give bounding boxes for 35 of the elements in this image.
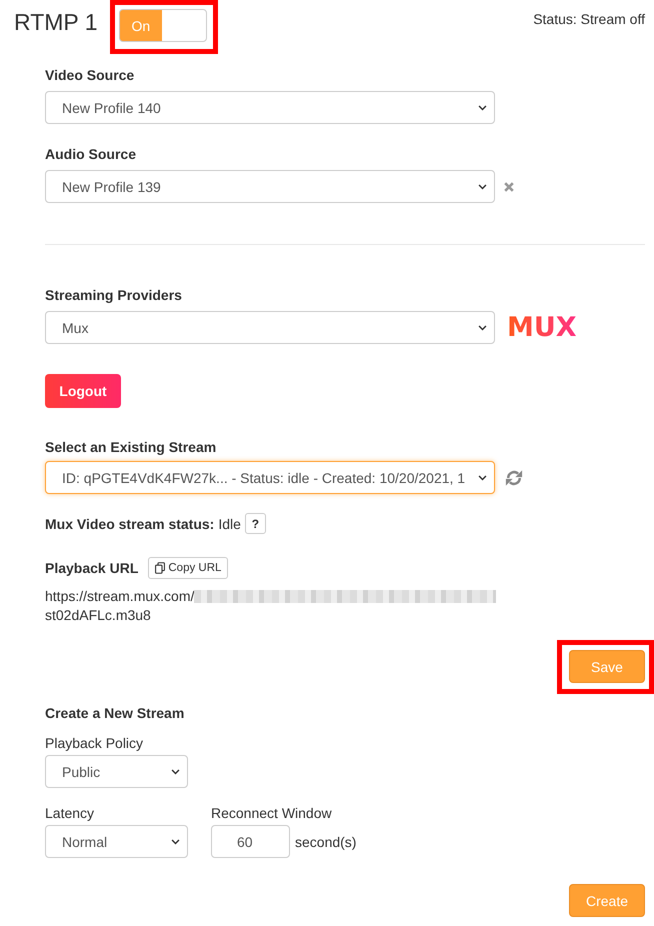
number-input-field[interactable]: 60 [211,825,290,858]
url-text: https://stream.mux.com/ [45,587,194,606]
latency-dropdown[interactable]: Normal [45,825,188,858]
copy-icon [155,562,166,574]
field-label: Audio Source [45,145,138,164]
chevron-down-icon [478,324,487,330]
source-dropdown[interactable]: New Profile 139 [45,170,495,203]
close-icon[interactable] [504,182,514,192]
logout-button[interactable]: Logout [45,374,121,408]
stream-dropdown[interactable]: ID: qPGTE4VdK4FW27k... - Status: idle - Created: 10/20/2021, 1 [45,461,495,494]
help-button[interactable]: ? [244,513,266,534]
field-label: Playback URL [45,560,138,576]
url-text: st02dAFLc.m3u8 [45,606,151,625]
field-label: Reconnect Window [211,804,333,822]
refresh-icon[interactable] [505,468,523,486]
unit-label: second(s) [295,834,356,850]
field-label: Streaming Providers [45,286,183,305]
chevron-down-icon [478,104,487,110]
policy-dropdown[interactable]: Public [45,755,188,788]
field-label: Select an Existing Stream [45,438,218,457]
source-dropdown[interactable]: New Profile 140 [45,91,495,124]
stream-status-text: Status: Stream off [533,10,645,29]
provider-dropdown[interactable]: Mux [45,311,495,344]
field-label: Latency [45,804,96,822]
chevron-down-icon [478,184,487,190]
status-label: Mux Video stream status: [45,516,214,532]
field-label: Video Source [45,66,136,85]
field-label: Playback Policy [45,734,144,752]
chevron-down-icon [171,768,180,774]
copy-url-button[interactable]: Copy URL [148,557,228,579]
chevron-down-icon [478,474,487,480]
section-title: Create a New Stream [45,704,186,723]
page-title: RTMP 1 [14,8,98,36]
chevron-down-icon [171,838,180,844]
status-value: Idle [218,516,241,532]
